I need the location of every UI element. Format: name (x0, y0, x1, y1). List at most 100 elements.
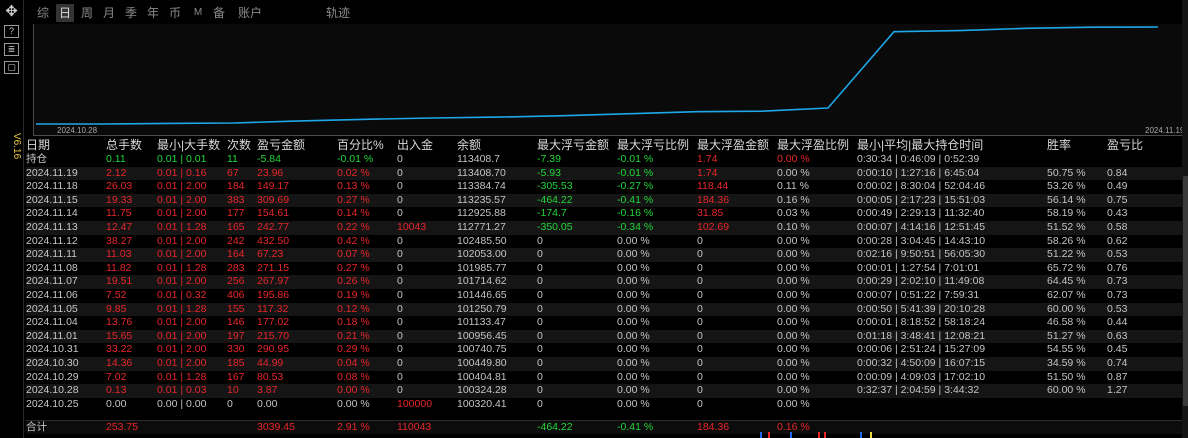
table-row[interactable]: 2024.10.29 7.02 0.01 | 1.28 167 80.53 0.08 % 0… (26, 371, 1182, 385)
cell-cash-flow: 0 (397, 370, 403, 383)
cell-max-float-loss-pct: 0.00 % (617, 370, 650, 383)
tab-week[interactable]: 周 (78, 4, 96, 22)
cell-count: 383 (227, 193, 245, 206)
cell-total-lots: 11.03 (106, 248, 132, 261)
summary-row: 合计 253.75 3039.45 2.91 % 110043 -464.22 -0.41 … (26, 420, 1182, 434)
cell-max-float-profit: 102.69 (697, 220, 730, 233)
cell-total-lots: 12.47 (106, 220, 133, 233)
table-row[interactable]: 2024.11.13 12.47 0.01 | 1.28 165 242.77 0.22 … (26, 220, 1182, 235)
cell-percent: 0.02 % (337, 166, 370, 179)
tab-quarter[interactable]: 季 (122, 4, 140, 22)
cell-total-lots: 2.12 (106, 166, 127, 179)
cell-max-float-profit: 0 (697, 370, 703, 383)
table-row[interactable]: 2024.11.01 15.65 0.01 | 2.00 197 215.70 0.21 … (26, 329, 1182, 344)
cell-cash-flow: 0 (397, 302, 403, 315)
table-row[interactable]: 2024.11.05 9.85 0.01 | 1.28 155 117.32 0.12 %… (26, 302, 1182, 317)
cell-percent: 0.26 % (337, 275, 370, 288)
cell-min-max-lots: 0.00 | 0.00 (157, 397, 207, 410)
cell-min-max-lots: 0.01 | 2.00 (157, 329, 207, 342)
cell-pnl: 177.02 (257, 316, 290, 329)
cell-percent: 0.27 % (337, 193, 370, 206)
left-toolbar: ✥ ? ≣ ▢ V6.16 (0, 0, 24, 438)
tab-month[interactable]: 月 (100, 4, 118, 22)
cell-pnl: 23.96 (257, 166, 284, 179)
cell-profit-factor: 0.87 (1107, 370, 1128, 383)
window-icon[interactable]: ▢ (4, 61, 19, 74)
holding-max-float-profit: 1.74 (697, 153, 718, 165)
cell-holding-time: 0:00:29 | 2:02:10 | 11:49:08 (857, 275, 985, 288)
header-balance: 余额 (457, 138, 482, 152)
cell-holding-time: 0:00:07 | 0:51:22 | 7:59:31 (857, 288, 980, 301)
table-row[interactable]: 2024.11.12 38.27 0.01 | 2.00 242 432.50 0.42 … (26, 235, 1182, 249)
cell-max-float-profit: 0 (697, 234, 703, 247)
cell-min-max-lots: 0.01 | 1.28 (157, 370, 207, 383)
cell-date: 2024.11.08 (26, 261, 78, 274)
cell-max-float-loss: 0 (537, 316, 543, 329)
version-label: V6.16 (11, 132, 22, 160)
cell-max-float-profit: 0 (697, 288, 703, 301)
cell-win-rate: 60.00 % (1047, 384, 1086, 397)
header-max-float-profit: 最大浮盈金额 (697, 138, 770, 152)
cell-max-float-loss: 0 (537, 261, 543, 274)
help-icon[interactable]: ? (4, 25, 19, 38)
tab-account[interactable]: 账户 (234, 4, 266, 22)
tab-trace[interactable]: 轨迹 (322, 4, 354, 22)
cell-max-float-loss-pct: 0.00 % (617, 275, 650, 288)
cell-percent: 0.13 % (337, 180, 370, 193)
tab-year[interactable]: 年 (144, 4, 162, 22)
move-icon[interactable]: ✥ (3, 3, 20, 20)
table-row[interactable]: 2024.11.19 2.12 0.01 | 0.16 67 23.96 0.02 % 0 1… (26, 166, 1182, 181)
cell-balance: 112771.27 (457, 220, 506, 233)
cell-percent: 0.12 % (337, 302, 370, 315)
cell-max-float-profit: 0 (697, 302, 703, 315)
tab-m[interactable]: M (190, 4, 206, 22)
scrollbar[interactable] (1183, 176, 1188, 406)
cell-date: 2024.11.19 (26, 166, 78, 179)
table-row[interactable]: 2024.10.28 0.13 0.01 | 0.03 10 3.87 0.00 % 0 10… (26, 384, 1182, 398)
tab-summary[interactable]: 综 (34, 4, 52, 22)
cell-min-max-lots: 0.01 | 2.00 (157, 343, 207, 356)
cell-win-rate: 51.27 % (1047, 329, 1086, 342)
cell-max-float-loss: -305.53 (537, 180, 573, 193)
tab-day[interactable]: 日 (56, 4, 74, 22)
cell-count: 10 (227, 384, 239, 397)
cell-holding-time: 0:00:32 | 4:50:09 | 16:07:15 (857, 356, 986, 369)
cell-pnl: 149.17 (257, 180, 290, 193)
cell-max-float-profit: 31.85 (697, 207, 724, 220)
cell-min-max-lots: 0.01 | 1.28 (157, 220, 207, 233)
table-row[interactable]: 2024.11.06 7.52 0.01 | 0.32 406 195.86 0.19 %… (26, 289, 1182, 303)
cell-count: 165 (227, 220, 245, 233)
cell-date: 2024.11.06 (26, 288, 78, 301)
cell-percent: 0.19 % (337, 288, 370, 301)
cell-balance: 100740.75 (457, 343, 507, 356)
tab-note[interactable]: 备 (210, 4, 228, 22)
cell-total-lots: 11.75 (106, 207, 132, 220)
table-row[interactable]: 2024.11.18 26.03 0.01 | 2.00 184 149.17 0.13 … (26, 180, 1182, 194)
cell-max-float-loss: 0 (537, 302, 543, 315)
summary-flow: 110043 (397, 421, 432, 433)
table-row[interactable]: 2024.10.31 33.22 0.01 | 2.00 330 290.95 0.29 … (26, 343, 1182, 357)
cell-max-float-loss-pct: 0.00 % (617, 329, 650, 342)
cell-holding-time: 0:00:07 | 4:14:16 | 12:51:45 (857, 220, 986, 233)
table-row[interactable]: 2024.11.14 11.75 0.01 | 2.00 177 154.61 0.14 … (26, 207, 1182, 221)
cell-total-lots: 13.76 (106, 316, 133, 329)
cell-pnl: 267.97 (257, 275, 290, 288)
table-row[interactable]: 2024.10.25 0.00 0.00 | 0.00 0 0.00 0.00 % 1000… (26, 398, 1182, 412)
cell-max-float-loss: 0 (537, 329, 543, 342)
table-row[interactable]: 2024.11.04 13.76 0.01 | 2.00 146 177.02 0.18 … (26, 316, 1182, 330)
header-holding-time: 最小|平均|最大持仓时间 (857, 138, 984, 152)
tab-currency[interactable]: 币 (166, 4, 184, 22)
table-row[interactable]: 2024.10.30 14.36 0.01 | 2.00 185 44.99 0.04 %… (26, 356, 1182, 371)
dashboard-icon[interactable]: ≣ (4, 43, 19, 56)
cell-total-lots: 26.03 (106, 180, 133, 193)
cell-max-float-profit-pct: 0.16 % (777, 193, 810, 206)
table-row[interactable]: 2024.11.15 19.33 0.01 | 2.00 383 309.69 0.27 … (26, 193, 1182, 208)
table-row[interactable]: 2024.11.11 11.03 0.01 | 2.00 164 67.23 0.07 %… (26, 248, 1182, 262)
cell-max-float-loss-pct: 0.00 % (617, 316, 650, 329)
table-row[interactable]: 2024.11.07 19.51 0.01 | 2.00 256 267.97 0.26 … (26, 275, 1182, 289)
table-row[interactable]: 2024.11.08 11.82 0.01 | 1.28 283 271.15 0.27 … (26, 262, 1182, 276)
cell-pnl: 290.95 (257, 343, 290, 356)
cell-max-float-loss: -174.7 (537, 207, 567, 220)
cell-max-float-profit-pct: 0.11 % (777, 180, 809, 193)
cell-max-float-loss-pct: -0.27 % (617, 180, 654, 193)
